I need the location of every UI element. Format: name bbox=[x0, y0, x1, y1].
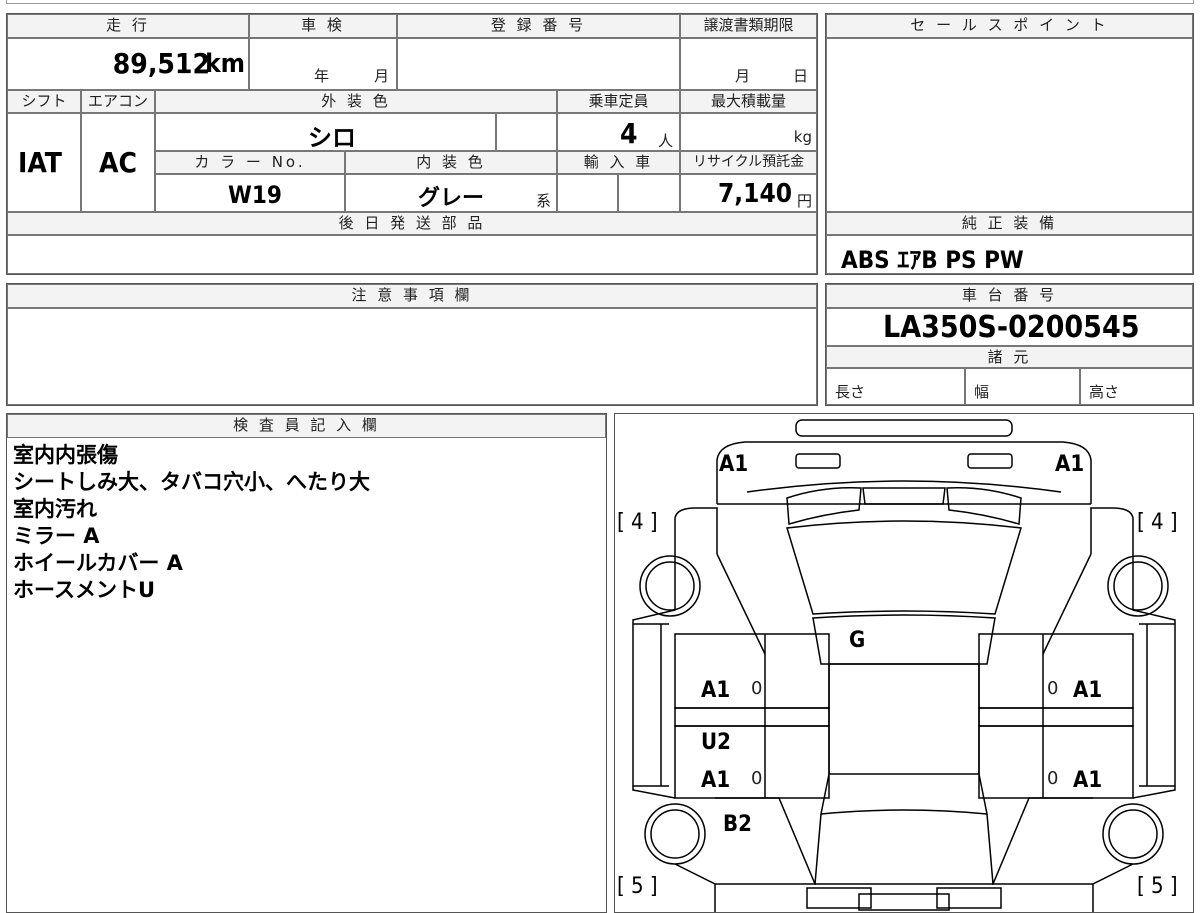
label-rear-fender-left: B2 bbox=[723, 812, 752, 837]
inspector-note-line: 室内内張傷 bbox=[13, 443, 118, 467]
specs-header: 諸 元 bbox=[826, 346, 1193, 368]
ac-header: エアコン bbox=[81, 90, 155, 113]
notes-header: 注 意 事 項 欄 bbox=[7, 284, 817, 308]
equipment-items: ABS ｴｱB PS PW bbox=[841, 246, 1024, 274]
max-load-header: 最大積載量 bbox=[680, 90, 817, 113]
damage-diagram: A1 A1 [ 4 ] [ 4 ] G A1 0 0 A1 U2 A1 0 0 … bbox=[614, 413, 1194, 913]
capacity-unit: 人 bbox=[658, 132, 674, 150]
exterior-color-extra bbox=[496, 113, 557, 151]
capacity-value: 4 bbox=[620, 117, 638, 150]
label-tire-rear-right: [ 5 ] bbox=[1137, 874, 1178, 899]
recycle-fee-unit: 円 bbox=[796, 192, 812, 210]
label-rear-door-right: A1 bbox=[1073, 768, 1103, 793]
mileage-header: 走 行 bbox=[7, 14, 249, 38]
registration-cell bbox=[397, 38, 680, 90]
label-windshield: G bbox=[849, 628, 866, 653]
exterior-color-cell: シロ bbox=[155, 113, 496, 152]
spec-width-label: 幅 bbox=[974, 383, 990, 401]
inspector-header: 検 査 員 記 入 欄 bbox=[7, 414, 606, 438]
vehicle-info-block: 走 行 車 検 登 録 番 号 譲渡書類期限 89,512 km 年 月 月 日… bbox=[6, 13, 818, 275]
transfer-day: 日 bbox=[793, 67, 809, 85]
color-no-value: W19 bbox=[228, 181, 282, 209]
exterior-color-header: 外 装 色 bbox=[155, 90, 557, 113]
later-parts-cell bbox=[7, 235, 817, 274]
notes-block: 注 意 事 項 欄 bbox=[6, 283, 818, 406]
interior-color-header: 内 装 色 bbox=[345, 151, 557, 174]
label-tire-rear-left: [ 5 ] bbox=[617, 874, 658, 899]
mileage-unit: km bbox=[205, 49, 245, 79]
spec-length-label: 長さ bbox=[835, 383, 866, 401]
inspector-note-line: 室内汚れ bbox=[13, 497, 97, 521]
equipment-cell: ABS ｴｱB PS PW bbox=[826, 235, 1193, 274]
transfer-deadline-header: 譲渡書類期限 bbox=[680, 14, 817, 38]
label-tire-front-left: [ 4 ] bbox=[617, 510, 658, 535]
interior-color-suffix: 系 bbox=[536, 192, 552, 210]
top-strip bbox=[6, 0, 1194, 4]
later-parts-header: 後 日 発 送 部 品 bbox=[7, 212, 817, 235]
label-front-right: A1 bbox=[1055, 452, 1085, 477]
chassis-cell: LA350S-0200545 bbox=[826, 308, 1193, 346]
transfer-cell: 月 日 bbox=[680, 38, 817, 90]
chassis-header: 車 台 番 号 bbox=[826, 284, 1193, 308]
car-outline bbox=[632, 419, 1176, 912]
ac-value: AC bbox=[99, 146, 137, 179]
inspector-note-line: ホイールカバー A bbox=[13, 551, 183, 575]
inspection-month: 月 bbox=[374, 67, 390, 85]
label-front-left: A1 bbox=[719, 452, 749, 477]
mileage-value: 89,512 bbox=[112, 47, 210, 80]
label-zero-2: 0 bbox=[1047, 678, 1059, 699]
label-rear-door-left-2: A1 bbox=[701, 768, 731, 793]
shift-cell: IAT bbox=[7, 113, 81, 212]
chassis-number: LA350S-0200545 bbox=[883, 310, 1140, 345]
mileage-cell: 89,512 km bbox=[7, 38, 249, 90]
interior-color-cell: グレー 系 bbox=[345, 174, 557, 212]
import-header: 輸 入 車 bbox=[557, 151, 680, 174]
inspector-block: 検 査 員 記 入 欄 室内内張傷 シートしみ大、タバコ穴小、へたり大 室内汚れ… bbox=[6, 413, 607, 913]
label-rear-door-left-1: U2 bbox=[701, 730, 731, 755]
equipment-header: 純 正 装 備 bbox=[826, 212, 1193, 235]
label-zero-1: 0 bbox=[751, 678, 763, 699]
spec-height-label: 高さ bbox=[1089, 383, 1120, 401]
import-cell-1 bbox=[557, 174, 618, 212]
inspector-notes: 室内内張傷 シートしみ大、タバコ穴小、へたり大 室内汚れ ミラー A ホイールカ… bbox=[13, 442, 370, 604]
inspector-note-line: シートしみ大、タバコ穴小、へたり大 bbox=[13, 470, 370, 494]
chassis-block: 車 台 番 号 LA350S-0200545 諸 元 長さ 幅 高さ bbox=[825, 283, 1194, 406]
recycle-cell: 7,140 円 bbox=[680, 174, 817, 212]
label-tire-front-right: [ 4 ] bbox=[1137, 510, 1178, 535]
label-front-door-right: A1 bbox=[1073, 678, 1103, 703]
sales-point-header: セ ー ル ス ポ イ ン ト bbox=[826, 14, 1193, 38]
inspection-year: 年 bbox=[314, 67, 330, 85]
color-no-header: カ ラ ー No. bbox=[155, 151, 345, 174]
transfer-month: 月 bbox=[735, 67, 751, 85]
color-no-cell: W19 bbox=[155, 174, 345, 212]
inspector-note-line: ミラー A bbox=[13, 524, 100, 548]
sales-point-cell bbox=[826, 38, 1193, 212]
max-load-cell: kg bbox=[680, 113, 817, 151]
exterior-color-value: シロ bbox=[308, 124, 356, 152]
notes-cell bbox=[7, 308, 817, 405]
registration-header: 登 録 番 号 bbox=[397, 14, 680, 38]
inspector-note-line: ホースメントU bbox=[13, 578, 156, 602]
capacity-cell: 4 人 bbox=[557, 113, 680, 151]
label-zero-3: 0 bbox=[751, 768, 763, 789]
spec-height-cell: 高さ bbox=[1080, 368, 1193, 405]
inspection-cell: 年 月 bbox=[249, 38, 397, 90]
inspection-header: 車 検 bbox=[249, 14, 397, 38]
shift-value: IAT bbox=[18, 146, 62, 179]
label-front-door-left: A1 bbox=[701, 678, 731, 703]
recycle-fee-value: 7,140 bbox=[718, 179, 792, 209]
sales-point-block: セ ー ル ス ポ イ ン ト 純 正 装 備 ABS ｴｱB PS PW bbox=[825, 13, 1194, 275]
ac-cell: AC bbox=[81, 113, 155, 212]
capacity-header: 乗車定員 bbox=[557, 90, 680, 113]
spec-width-cell: 幅 bbox=[965, 368, 1080, 405]
import-cell-2 bbox=[618, 174, 680, 212]
spec-length-cell: 長さ bbox=[826, 368, 965, 405]
recycle-header: リサイクル預託金 bbox=[680, 151, 817, 174]
interior-color-value: グレー bbox=[418, 186, 485, 211]
max-load-unit: kg bbox=[793, 128, 812, 146]
shift-header: シフト bbox=[7, 90, 81, 113]
label-zero-4: 0 bbox=[1047, 768, 1059, 789]
